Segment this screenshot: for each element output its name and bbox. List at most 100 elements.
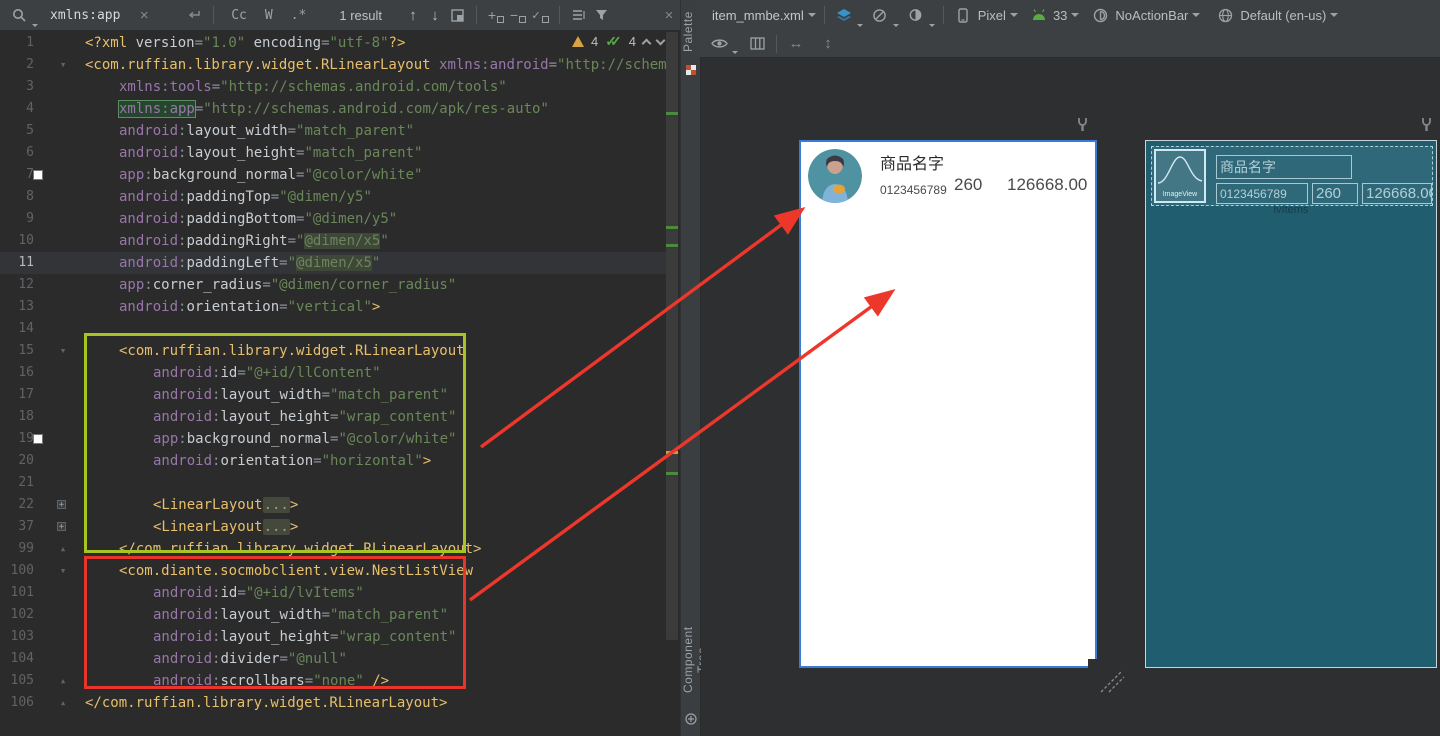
add-occurrence-icon[interactable]: + — [485, 4, 507, 26]
chevron-down-icon — [1192, 13, 1201, 17]
search-input[interactable]: xmlns:app — [50, 8, 120, 23]
code-line-4[interactable]: 4 xmlns:app="http://schemas.android.com/a… — [0, 98, 666, 120]
select-occurrences-icon[interactable]: ✓ — [529, 4, 551, 26]
code-line-5[interactable]: 5 android:layout_width="match_parent" — [0, 120, 666, 142]
typo-ok-icon: ✓✓ — [605, 33, 622, 49]
design-preview-card[interactable]: 商品名字 0123456789 260 126668.00 — [799, 140, 1097, 668]
avatar-image — [808, 149, 862, 203]
fold-open-icon[interactable]: ▾ — [56, 560, 70, 582]
line-number: 4 — [26, 101, 34, 116]
change-mark[interactable] — [666, 226, 678, 229]
previous-occurrence-icon[interactable]: ↑ — [402, 4, 424, 26]
change-mark[interactable] — [666, 472, 678, 475]
wrench-icon[interactable] — [1420, 117, 1433, 137]
fold-end-icon[interactable]: ▴ — [56, 692, 70, 714]
blueprint-price-box: 126668.00 — [1362, 183, 1432, 204]
filter-icon[interactable] — [590, 4, 612, 26]
code-text: app:background_normal="@color/white" — [119, 167, 423, 183]
line-number: 11 — [18, 255, 34, 270]
editor-scrollbar[interactable] — [666, 32, 678, 640]
chevron-down-icon — [928, 24, 935, 27]
component-tree-icon — [685, 712, 697, 725]
wrench-icon[interactable] — [1076, 117, 1089, 137]
clear-search-icon[interactable]: × — [133, 4, 155, 26]
fold-open-icon[interactable]: ▾ — [56, 54, 70, 76]
warning-mark[interactable] — [666, 451, 678, 454]
whole-words-toggle[interactable]: W — [265, 8, 273, 23]
resize-horizontal-icon[interactable]: ↔ — [785, 33, 807, 55]
blueprint-title-box: 商品名字 — [1216, 155, 1352, 179]
fold-end-icon[interactable]: ▴ — [56, 670, 70, 692]
code-line-9[interactable]: 9 android:paddingBottom="@dimen/y5" — [0, 208, 666, 230]
preview-price: 126668.00 — [1007, 175, 1088, 194]
code-line-11[interactable]: 11 android:paddingLeft="@dimen/x5" — [0, 252, 666, 274]
line-number: 21 — [18, 475, 34, 490]
change-mark[interactable] — [666, 112, 678, 115]
code-line-12[interactable]: 12 app:corner_radius="@dimen/corner_radiu… — [0, 274, 666, 296]
code-text: xmlns:tools="http://schemas.android.com/… — [119, 79, 507, 95]
tab-component-tree[interactable]: Component Tree — [681, 612, 709, 708]
chevron-down-icon — [892, 24, 899, 27]
view-options-eye-icon[interactable] — [708, 33, 730, 55]
code-line-3[interactable]: 3 xmlns:tools="http://schemas.android.com… — [0, 76, 666, 98]
line-number: 13 — [18, 299, 34, 314]
open-results-icon[interactable] — [446, 4, 468, 26]
close-find-bar-icon[interactable]: × — [658, 4, 680, 26]
next-occurrence-icon[interactable]: ↓ — [424, 4, 446, 26]
resize-vertical-icon[interactable]: ↕ — [817, 33, 839, 55]
line-number: 7 — [26, 167, 34, 182]
locale-selector[interactable]: Default (en-us) — [1240, 8, 1326, 23]
line-number: 99 — [18, 541, 34, 556]
code-line-2[interactable]: 2 ▾ <com.ruffian.library.widget.RLinearLay… — [0, 54, 666, 76]
api-level-selector[interactable]: 33 — [1053, 8, 1067, 23]
warning-count: 4 — [591, 34, 599, 49]
code-line-8[interactable]: 8 android:paddingTop="@dimen/y5" — [0, 186, 666, 208]
fold-end-icon[interactable]: ▴ — [56, 538, 70, 560]
results-count: 1 result — [339, 7, 382, 23]
search-history-caret-icon[interactable] — [32, 24, 38, 27]
inspection-widget[interactable]: 4 ✓✓ 4 — [572, 33, 666, 50]
line-number: 106 — [10, 695, 34, 710]
blueprint-preview-card[interactable]: ImageView 商品名字 0123456789 260 126668.00 … — [1145, 140, 1437, 668]
theme-color-icon[interactable] — [905, 4, 927, 26]
line-number: 9 — [26, 211, 34, 226]
blueprint-item-row: ImageView 商品名字 0123456789 260 126668.00 — [1151, 146, 1433, 206]
locale-globe-icon — [1214, 4, 1236, 26]
android-studio-window: xmlns:app × Cc W .* 1 result ↑ ↓ + − ✓ ×… — [0, 0, 1440, 736]
warning-icon — [572, 36, 584, 47]
code-line-10[interactable]: 10 android:paddingRight="@dimen/x5" — [0, 230, 666, 252]
blueprint-imageview: ImageView — [1154, 149, 1206, 203]
search-icon[interactable] — [8, 4, 30, 26]
next-issue-icon[interactable] — [655, 35, 666, 45]
previous-issue-icon[interactable] — [641, 38, 652, 48]
ok-count: 4 — [628, 34, 636, 49]
preview-product-code: 0123456789 — [880, 183, 947, 197]
search-lines-icon[interactable] — [568, 4, 590, 26]
theme-selector[interactable]: NoActionBar — [1115, 8, 1188, 23]
code-line-106[interactable]: 106 ▴ </com.ruffian.library.widget.RLinear… — [0, 692, 666, 714]
color-swatch-icon[interactable] — [33, 170, 43, 180]
layout-columns-icon[interactable] — [746, 33, 768, 55]
code-line-7[interactable]: 7 app:background_normal="@color/white" — [0, 164, 666, 186]
code-line-6[interactable]: 6 android:layout_height="match_parent" — [0, 142, 666, 164]
change-mark[interactable] — [666, 244, 678, 247]
code-line-13[interactable]: 13 android:orientation="vertical"> — [0, 296, 666, 318]
code-text: android:orientation="vertical"> — [119, 299, 381, 315]
line-number: 105 — [10, 673, 34, 688]
tab-palette[interactable]: Palette — [681, 6, 701, 58]
layout-file-selector[interactable]: item_mmbe.xml — [712, 8, 804, 23]
design-mode-icon[interactable] — [833, 4, 855, 26]
newline-icon[interactable] — [183, 4, 205, 26]
remove-occurrence-icon[interactable]: − — [507, 4, 529, 26]
fold-expand-icon[interactable]: + — [57, 500, 66, 510]
match-case-toggle[interactable]: Cc — [231, 8, 247, 23]
device-selector[interactable]: Pixel — [978, 8, 1006, 23]
color-swatch-icon[interactable] — [33, 434, 43, 444]
fold-open-icon[interactable]: ▾ — [56, 340, 70, 362]
resize-corner[interactable] — [1088, 659, 1097, 668]
regex-toggle[interactable]: .* — [291, 8, 307, 23]
fold-expand-icon[interactable]: + — [57, 522, 66, 532]
night-mode-icon[interactable] — [869, 4, 891, 26]
code-line-1[interactable]: 1 <?xml version="1.0" encoding="utf-8"?> — [0, 32, 666, 54]
preview-product-name: 商品名字 — [880, 156, 945, 173]
